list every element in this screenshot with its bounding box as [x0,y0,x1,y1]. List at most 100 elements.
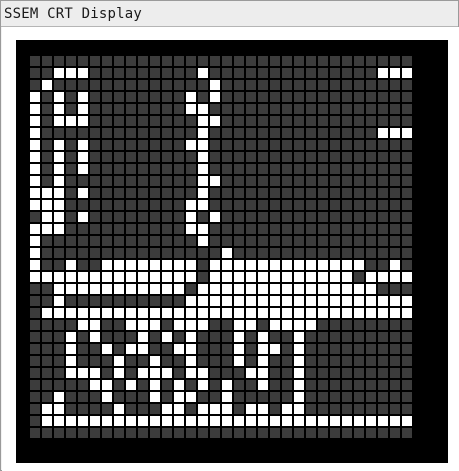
bit-off [78,260,88,270]
bit-off [354,104,364,114]
bit-off [162,224,172,234]
bit-off [402,236,412,246]
bit-off [90,200,100,210]
bit-off [246,188,256,198]
bit-off [306,380,316,390]
bit-off [306,176,316,186]
bit-on [42,212,52,222]
bit-off [150,80,160,90]
bit-on [270,272,280,282]
bit-off [198,392,208,402]
bit-on [366,296,376,306]
bit-off [366,320,376,330]
title-bar[interactable]: SSEM CRT Display [1,1,458,27]
bit-off [78,128,88,138]
bit-off [234,116,244,126]
bit-off [66,200,76,210]
bit-off [30,296,40,306]
bit-off [90,344,100,354]
bit-on [330,296,340,306]
bit-off [42,296,52,306]
bit-off [246,380,256,390]
bit-off [330,332,340,342]
bit-off [234,236,244,246]
bit-off [330,212,340,222]
bit-off [30,68,40,78]
bit-off [174,104,184,114]
bit-on [174,344,184,354]
bit-off [342,200,352,210]
bit-off [390,356,400,366]
bit-on [210,416,220,426]
bit-off [126,428,136,438]
bit-on [78,212,88,222]
bit-off [42,104,52,114]
bit-on [282,320,292,330]
bit-off [30,392,40,402]
bit-off [234,152,244,162]
bit-off [162,392,172,402]
bit-off [402,392,412,402]
bit-off [330,188,340,198]
bit-off [234,68,244,78]
bit-on [66,308,76,318]
bit-on [174,404,184,414]
bit-off [126,92,136,102]
bit-off [354,368,364,378]
bit-on [150,356,160,366]
bit-on [30,224,40,234]
bit-off [258,92,268,102]
bit-on [294,380,304,390]
bit-off [354,272,364,282]
bit-off [378,380,388,390]
bit-off [366,152,376,162]
bit-off [378,404,388,414]
bit-off [282,80,292,90]
bit-off [138,128,148,138]
bit-off [378,164,388,174]
bit-off [258,188,268,198]
bit-off [378,188,388,198]
bit-on [186,368,196,378]
bit-on [246,296,256,306]
bit-off [114,344,124,354]
bit-off [54,428,64,438]
bit-off [150,116,160,126]
bit-on [186,416,196,426]
bit-off [246,164,256,174]
bit-off [282,200,292,210]
bit-off [222,80,232,90]
bit-on [234,344,244,354]
bit-off [150,128,160,138]
bit-off [102,332,112,342]
bit-off [138,404,148,414]
bit-off [174,236,184,246]
bit-off [354,380,364,390]
bit-off [294,68,304,78]
bit-off [390,368,400,378]
bit-off [30,56,40,66]
bit-off [162,104,172,114]
bit-off [270,176,280,186]
bit-off [366,212,376,222]
bit-on [30,188,40,198]
bit-off [90,140,100,150]
bit-on [66,116,76,126]
bit-on [270,308,280,318]
bit-off [318,380,328,390]
bit-off [174,68,184,78]
bit-off [102,224,112,234]
bit-off [66,404,76,414]
bit-on [270,344,280,354]
bit-off [102,188,112,198]
bit-off [306,428,316,438]
bit-off [174,428,184,438]
bit-off [78,428,88,438]
bit-off [102,296,112,306]
bit-off [270,80,280,90]
bit-on [330,308,340,318]
bit-off [270,164,280,174]
bit-on [102,416,112,426]
bit-on [342,260,352,270]
bit-off [366,428,376,438]
